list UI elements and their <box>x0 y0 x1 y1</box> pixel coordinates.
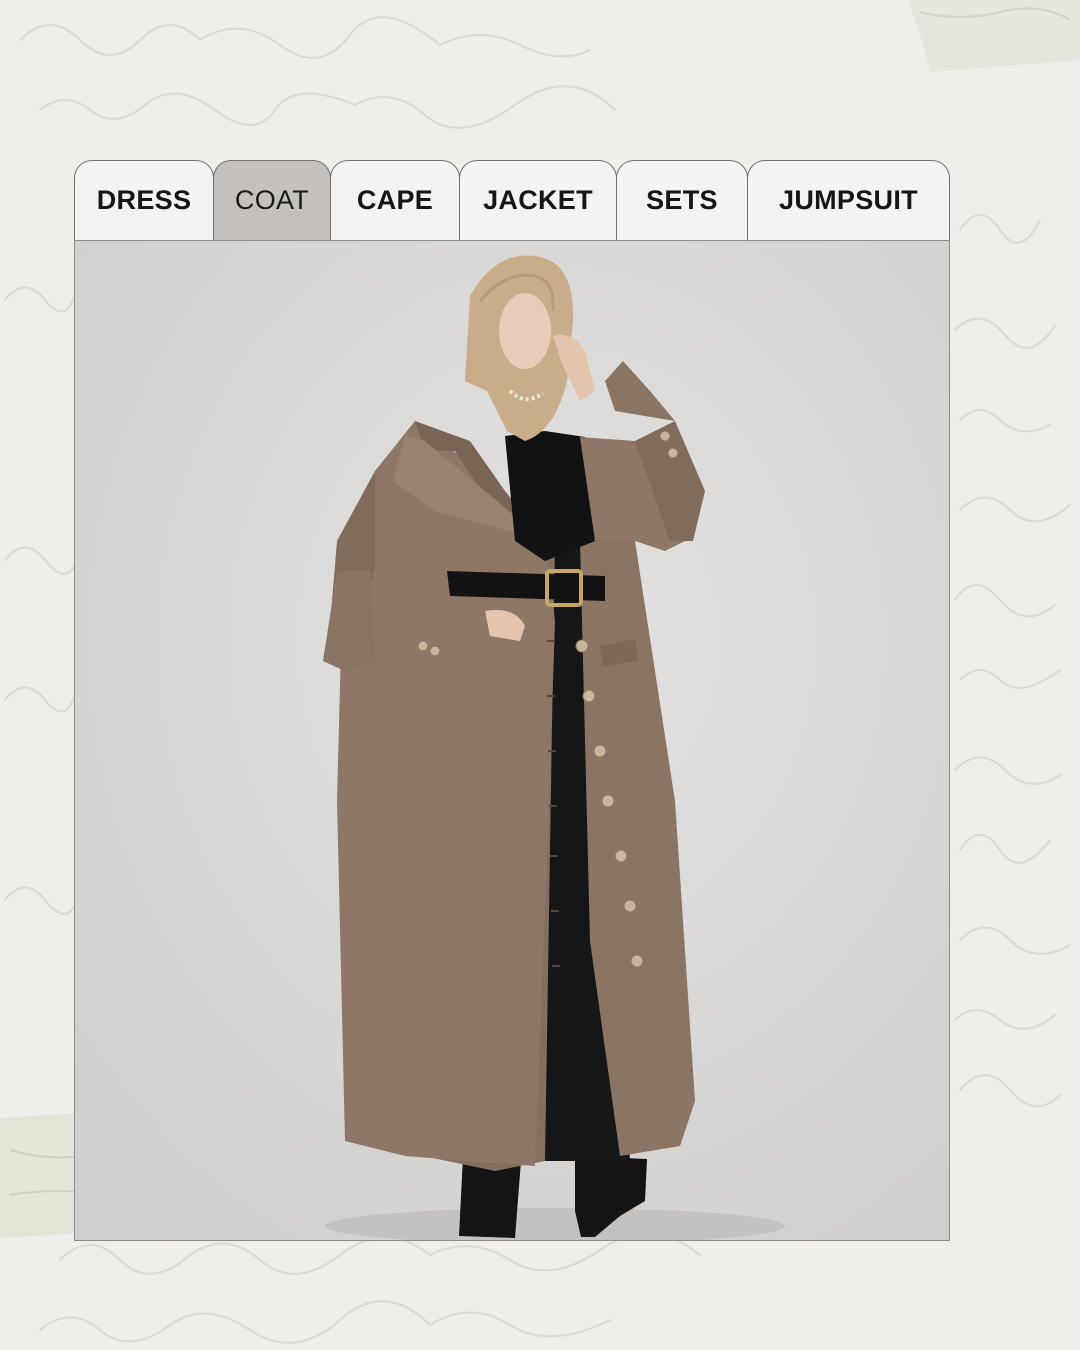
model-in-coat-illustration <box>75 241 949 1240</box>
tab-jacket[interactable]: JACKET <box>459 160 617 240</box>
category-tab-bar: DRESS COAT CAPE JACKET SETS JUMPSUIT <box>74 160 950 241</box>
tab-jumpsuit-label: JUMPSUIT <box>779 185 918 215</box>
tab-sets-label: SETS <box>646 185 718 215</box>
tab-jacket-label: JACKET <box>483 185 593 215</box>
tab-cape-label: CAPE <box>356 185 434 215</box>
tab-coat-label: COAT <box>234 185 310 215</box>
tab-dress-label: DRESS <box>96 185 192 215</box>
tab-dress[interactable]: DRESS <box>74 160 214 240</box>
tape-top-right <box>908 0 1080 72</box>
tab-coat[interactable]: COAT <box>213 160 331 240</box>
tab-sets[interactable]: SETS <box>616 160 748 240</box>
tab-cape[interactable]: CAPE <box>330 160 460 240</box>
tab-jumpsuit[interactable]: JUMPSUIT <box>747 160 950 240</box>
product-photo <box>74 240 950 1241</box>
